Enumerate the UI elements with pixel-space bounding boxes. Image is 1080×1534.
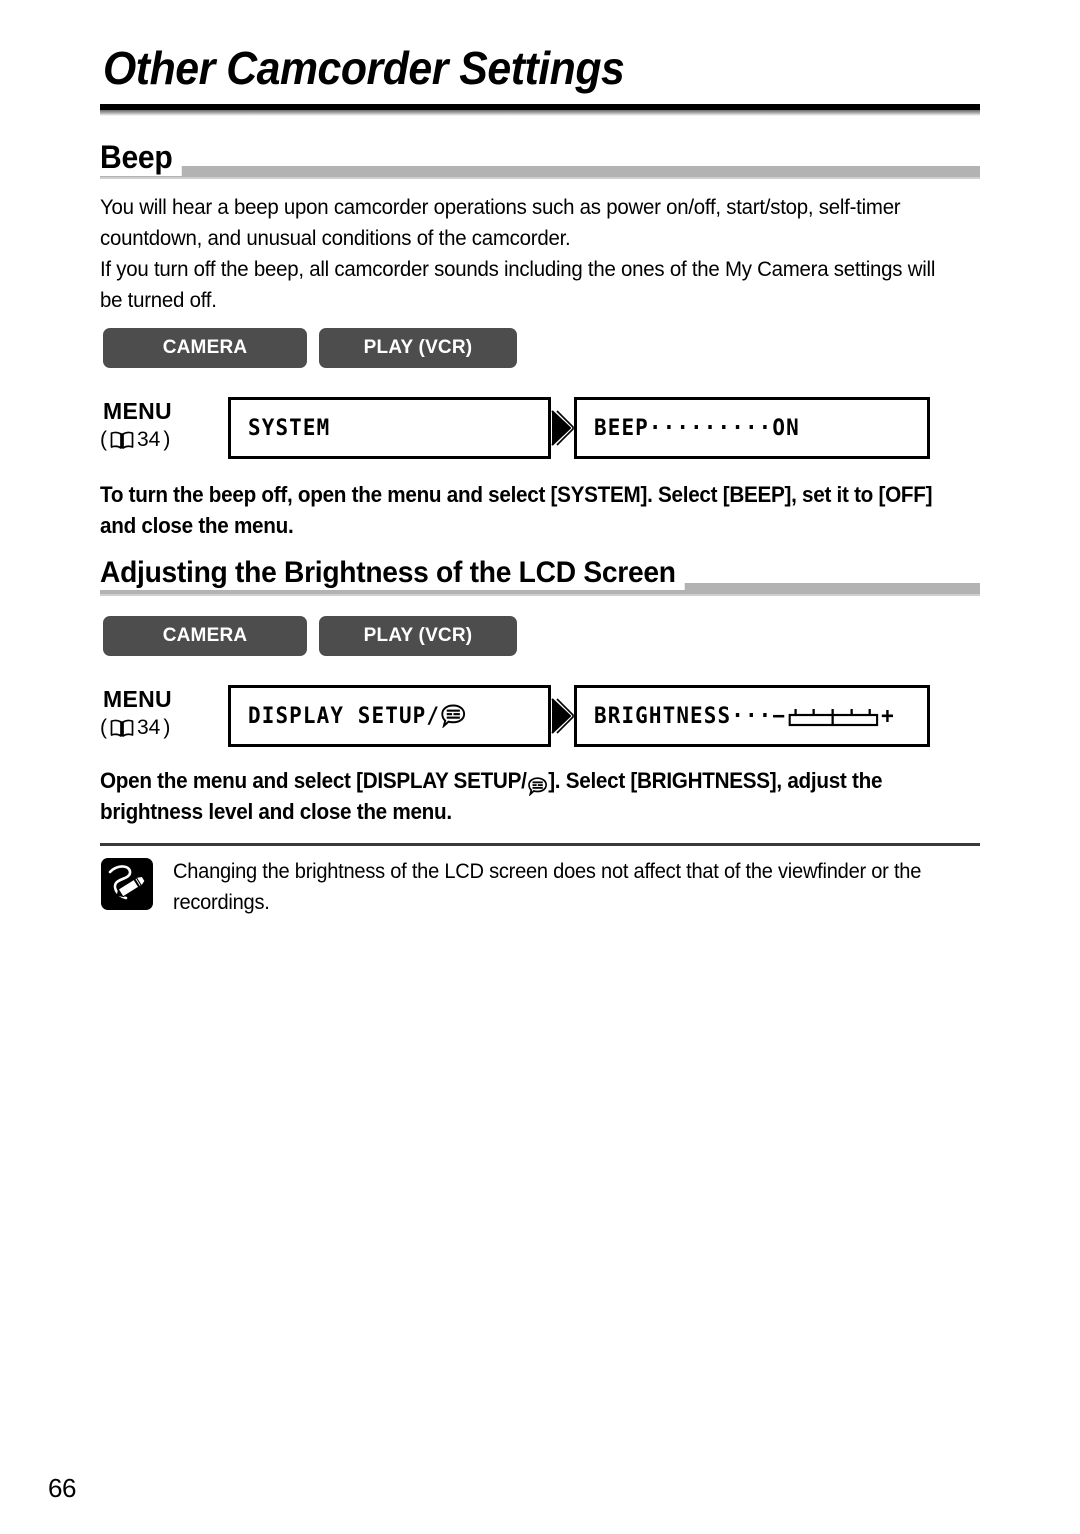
mode-row-brightness: CAMERA PLAY (VCR) bbox=[103, 616, 517, 656]
paren-open: ( bbox=[100, 428, 107, 451]
beep-instruction: To turn the beep off, open the menu and … bbox=[100, 482, 933, 538]
menu-box-display-setup-text: DISPLAY SETUP/ bbox=[248, 703, 441, 729]
menu-box-beep-label: BEEP·········ON bbox=[594, 415, 800, 441]
page-number: 66 bbox=[48, 1473, 76, 1503]
menu-box-display-setup[interactable]: DISPLAY SETUP/ bbox=[228, 685, 551, 747]
brightness-instruction: Open the menu and select [DISPLAY SETUP/… bbox=[100, 765, 941, 827]
section-bar bbox=[100, 166, 980, 177]
beep-paragraph-1: You will hear a beep upon camcorder oper… bbox=[100, 195, 901, 250]
paren-close: ) bbox=[163, 716, 171, 739]
menu-page-reference: ( 34 ) bbox=[100, 716, 170, 740]
menu-label: MENU bbox=[103, 398, 172, 424]
note-pencil-icon bbox=[101, 858, 153, 910]
manual-page: Other Camcorder Settings Beep You will h… bbox=[0, 0, 1080, 1534]
paren-close: ) bbox=[163, 428, 171, 451]
menu-reference-page: 34 bbox=[137, 428, 161, 451]
paren-open: ( bbox=[100, 716, 107, 739]
right-triangle-arrow-icon bbox=[549, 409, 575, 447]
mode-button-camera[interactable]: CAMERA bbox=[103, 616, 307, 656]
display-language-bubble-icon bbox=[441, 704, 466, 729]
beep-paragraph-2: If you turn off the beep, all camcorder … bbox=[100, 257, 936, 312]
menu-box-system[interactable]: SYSTEM bbox=[228, 397, 551, 459]
mode-button-play-vcr[interactable]: PLAY (VCR) bbox=[319, 616, 517, 656]
menu-page-reference: ( 34 ) bbox=[100, 428, 170, 452]
menu-box-brightness-label: BRIGHTNESS··· − + bbox=[594, 704, 895, 729]
book-icon bbox=[110, 430, 134, 450]
menu-box-system-label: SYSTEM bbox=[248, 415, 331, 441]
display-language-bubble-icon bbox=[528, 773, 548, 797]
right-triangle-arrow-icon bbox=[549, 697, 575, 735]
menu-box-beep[interactable]: BEEP·········ON bbox=[574, 397, 930, 459]
brightness-slider[interactable] bbox=[788, 705, 879, 727]
mode-row-beep: CAMERA PLAY (VCR) bbox=[103, 328, 517, 368]
brightness-instruction-part1: Open the menu and select [DISPLAY SETUP/ bbox=[100, 768, 527, 793]
mode-button-play-vcr[interactable]: PLAY (VCR) bbox=[319, 328, 517, 368]
section-title-brightness: Adjusting the Brightness of the LCD Scre… bbox=[100, 556, 686, 590]
menu-box-brightness-text: BRIGHTNESS··· bbox=[594, 703, 773, 729]
section-bar-edge bbox=[100, 177, 980, 179]
book-icon bbox=[110, 718, 134, 738]
section-bar-edge bbox=[100, 594, 980, 596]
mode-button-camera[interactable]: CAMERA bbox=[103, 328, 307, 368]
note-separator-rule bbox=[100, 843, 980, 846]
section-title-beep: Beep bbox=[100, 139, 182, 176]
menu-box-display-setup-label: DISPLAY SETUP/ bbox=[248, 704, 466, 729]
menu-label: MENU bbox=[103, 686, 172, 712]
note-text: Changing the brightness of the LCD scree… bbox=[173, 860, 922, 914]
menu-reference-page: 34 bbox=[137, 716, 161, 739]
brightness-plus-sign: + bbox=[881, 703, 895, 729]
menu-box-brightness[interactable]: BRIGHTNESS··· − + bbox=[574, 685, 930, 747]
chapter-title: Other Camcorder Settings bbox=[103, 42, 625, 94]
brightness-minus-sign: − bbox=[772, 703, 787, 729]
chapter-title-rule-shadow bbox=[100, 110, 980, 116]
